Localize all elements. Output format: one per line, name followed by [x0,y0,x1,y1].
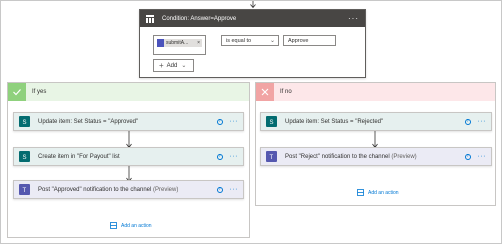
svg-text:T: T [270,155,274,160]
help-icon[interactable]: ? [216,153,223,160]
if-yes-branch: If yes S Update item: Set Status = "Appr… [7,82,250,238]
svg-text:S: S [23,155,27,160]
action-card-post-reject[interactable]: T Post "Reject" notification to the chan… [260,147,492,166]
preview-label: (Preview) [391,153,417,160]
help-icon[interactable]: ? [216,186,223,193]
condition-header[interactable]: Condition: Answer=Approve ··· [140,10,365,27]
more-options-icon[interactable]: ··· [478,118,487,125]
action-card-update-rejected[interactable]: S Update item: Set Status = "Rejected" ?… [260,112,492,131]
svg-text:S: S [270,120,274,125]
condition-card[interactable]: Condition: Answer=Approve ··· submitA...… [139,9,366,78]
more-options-icon[interactable]: ··· [478,153,487,160]
connector-arrow-icon [126,131,132,148]
dynamic-content-token[interactable]: submitA... × [157,39,202,47]
preview-label: (Preview) [153,186,179,193]
close-icon [256,83,274,101]
token-label: submitA... [166,40,189,46]
condition-title: Condition: Answer=Approve [162,15,237,22]
action-title: Update item: Set Status = "Rejected" [285,118,384,125]
if-no-title: If no [280,89,292,95]
help-icon[interactable]: ? [216,118,223,125]
more-options-icon[interactable]: ··· [348,14,359,23]
teams-icon: T [266,151,277,162]
svg-text:T: T [23,188,27,193]
forms-icon [157,39,164,47]
token-close-icon[interactable]: × [197,40,200,46]
add-an-action-link[interactable]: Add an action [357,189,399,196]
more-options-icon[interactable]: ··· [230,186,239,193]
add-label: Add [166,62,178,69]
if-no-branch: If no S Update item: Set Status = "Rejec… [255,82,496,206]
help-icon[interactable]: ? [464,153,471,160]
condition-left-field[interactable]: submitA... × [153,35,206,55]
condition-value-text: Approve [288,37,309,44]
connector-arrow-icon [250,1,256,8]
sharepoint-icon: S [266,116,277,127]
add-an-action-label: Add an action [368,189,399,196]
sharepoint-icon: S [19,116,30,127]
chevron-down-icon: ⌄ [269,38,275,44]
connector-arrow-icon [372,131,378,148]
condition-row: submitA... × is equal to ⌄ Approve [153,35,336,55]
condition-value-field[interactable]: Approve [283,35,336,46]
operator-dropdown[interactable]: is equal to ⌄ [221,35,279,46]
action-title-text: Post "Reject" notification to the channe… [285,153,390,160]
more-options-icon[interactable]: ··· [230,153,239,160]
help-icon[interactable]: ? [464,118,471,125]
add-action-icon [110,222,117,229]
action-title: Post "Reject" notification to the channe… [285,154,417,160]
operator-value: is equal to [226,37,252,44]
add-an-action-link[interactable]: Add an action [110,222,152,229]
if-no-header[interactable]: If no [256,83,495,101]
if-yes-header[interactable]: If yes [8,83,249,101]
add-button[interactable]: + Add ⌄ [153,59,194,72]
if-yes-title: If yes [32,89,47,95]
action-card-create-item[interactable]: S Create item in "For Payout" list ? ··· [13,147,244,166]
action-card-update-approved[interactable]: S Update item: Set Status = "Approved" ?… [13,112,244,131]
add-an-action-label: Add an action [121,222,152,229]
svg-text:S: S [23,120,27,125]
action-title: Update item: Set Status = "Approved" [38,118,139,125]
action-title: Create item in "For Payout" list [38,153,120,160]
checkmark-icon [8,83,26,101]
chevron-down-icon: ⌄ [181,63,187,69]
condition-icon [143,11,157,26]
more-options-icon[interactable]: ··· [230,118,239,125]
add-action-icon [357,189,364,196]
sharepoint-icon: S [19,151,30,162]
action-title: Post "Approved" notification to the chan… [38,187,178,193]
plus-icon: + [159,61,164,70]
teams-icon: T [19,184,30,195]
flow-canvas: Condition: Answer=Approve ··· submitA...… [0,0,502,244]
action-title-text: Post "Approved" notification to the chan… [38,186,152,193]
action-card-post-approved[interactable]: T Post "Approved" notification to the ch… [13,180,244,199]
